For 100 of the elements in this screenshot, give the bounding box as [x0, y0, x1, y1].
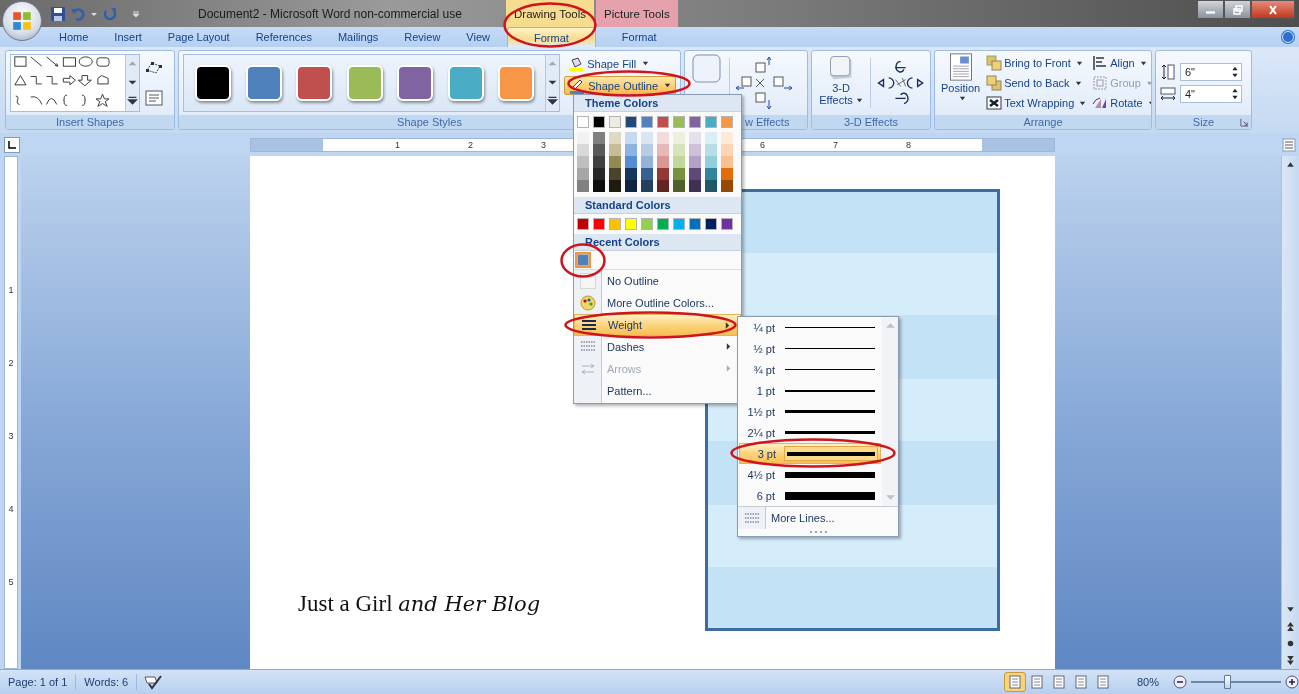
color-swatch[interactable] [577, 156, 589, 168]
color-swatch[interactable] [593, 132, 605, 144]
arrange-command[interactable]: Text Wrapping [986, 93, 1087, 113]
color-swatch[interactable] [609, 156, 621, 168]
color-swatch[interactable] [625, 144, 637, 156]
color-swatch[interactable] [641, 168, 653, 180]
arrange-command[interactable]: Rotate [1092, 93, 1151, 113]
weight-option[interactable]: 4½ pt [739, 464, 881, 485]
color-swatch[interactable] [689, 156, 701, 168]
proofing-icon[interactable] [143, 674, 164, 690]
color-swatch[interactable] [673, 218, 685, 230]
color-swatch[interactable] [689, 144, 701, 156]
dialog-launcher-icon[interactable] [1240, 118, 1249, 127]
color-swatch[interactable] [657, 144, 669, 156]
spin-icon[interactable] [1231, 87, 1239, 101]
scroll-down-icon[interactable] [1285, 604, 1296, 615]
ribbon-tab[interactable]: References [242, 27, 325, 47]
color-swatch[interactable] [577, 132, 589, 144]
color-swatch[interactable] [609, 132, 621, 144]
resize-grip-icon[interactable] [808, 530, 828, 534]
color-swatch[interactable] [577, 180, 589, 192]
browse-object-icon[interactable] [1285, 638, 1296, 649]
weight-option[interactable]: 1 pt [739, 380, 881, 401]
color-swatch[interactable] [593, 116, 605, 128]
style-swatch[interactable] [397, 65, 434, 101]
vertical-ruler[interactable]: 1 2 3 4 5 [4, 156, 18, 669]
color-swatch[interactable] [625, 132, 637, 144]
width-field[interactable]: 4" [1180, 85, 1242, 103]
color-swatch[interactable] [593, 168, 605, 180]
weight-option[interactable]: 3 pt [739, 443, 881, 464]
ribbon-tab[interactable]: Home [46, 27, 102, 47]
menu-item[interactable]: Pattern... [574, 380, 741, 402]
text-box-icon[interactable] [144, 88, 164, 108]
weight-option[interactable]: 6 pt [739, 485, 881, 506]
color-swatch[interactable] [721, 156, 733, 168]
color-swatch[interactable] [721, 132, 733, 144]
tab-selector-icon[interactable] [4, 136, 20, 153]
ribbon-tab[interactable]: Page Layout [154, 27, 243, 47]
color-swatch[interactable] [577, 218, 589, 230]
shape-gallery[interactable] [10, 54, 140, 112]
color-swatch[interactable] [641, 132, 653, 144]
color-swatch[interactable] [721, 168, 733, 180]
color-swatch[interactable] [577, 168, 589, 180]
style-swatch[interactable] [447, 65, 484, 101]
color-swatch[interactable] [577, 144, 589, 156]
zoom-slider-thumb[interactable] [1224, 675, 1231, 689]
color-swatch[interactable] [689, 116, 701, 128]
previous-page-icon[interactable] [1285, 621, 1296, 632]
position-button[interactable]: Position [939, 52, 983, 103]
menu-item[interactable]: More Lines... [738, 506, 898, 529]
color-swatch[interactable] [721, 144, 733, 156]
close-button[interactable] [1251, 0, 1295, 19]
page-count[interactable]: Page: 1 of 1 [0, 674, 77, 690]
color-swatch[interactable] [673, 132, 685, 144]
3d-effects-button[interactable]: 3-D Effects [816, 52, 866, 107]
minimize-button[interactable] [1197, 0, 1224, 19]
menu-item[interactable]: Dashes [574, 336, 741, 358]
weight-option[interactable]: ¾ pt [739, 359, 881, 380]
color-swatch[interactable] [593, 144, 605, 156]
color-swatch[interactable] [593, 180, 605, 192]
weight-option[interactable]: ½ pt [739, 338, 881, 359]
zoom-level[interactable]: 80% [1136, 676, 1159, 688]
arrange-command[interactable]: Bring to Front [986, 53, 1087, 73]
shape-fill-button[interactable]: Shape Fill [564, 54, 676, 73]
color-swatch[interactable] [673, 168, 685, 180]
style-swatch[interactable] [296, 65, 333, 101]
save-icon[interactable] [50, 5, 66, 22]
color-swatch[interactable] [721, 180, 733, 192]
color-swatch[interactable] [705, 218, 717, 230]
color-swatch[interactable] [657, 218, 669, 230]
color-swatch[interactable] [689, 180, 701, 192]
color-swatch[interactable] [625, 218, 637, 230]
arrange-command[interactable]: Send to Back [986, 73, 1087, 93]
color-swatch[interactable] [625, 116, 637, 128]
height-field[interactable]: 6" [1180, 63, 1242, 81]
restore-button[interactable] [1224, 0, 1251, 19]
color-swatch[interactable] [609, 180, 621, 192]
zoom-in-icon[interactable] [1285, 675, 1299, 689]
color-swatch[interactable] [625, 180, 637, 192]
ribbon-tab[interactable]: View [453, 27, 503, 47]
menu-item[interactable]: More Outline Colors... [574, 292, 741, 314]
zoom-out-icon[interactable] [1173, 675, 1187, 689]
color-swatch[interactable] [641, 180, 653, 192]
color-swatch[interactable] [657, 156, 669, 168]
color-swatch[interactable] [705, 132, 717, 144]
ribbon-tab[interactable]: Insert [101, 27, 155, 47]
color-swatch[interactable] [641, 116, 653, 128]
style-gallery[interactable] [183, 54, 561, 112]
style-swatch[interactable] [195, 65, 232, 101]
color-swatch[interactable] [689, 218, 701, 230]
color-swatch[interactable] [593, 156, 605, 168]
scroll-up-icon[interactable] [1285, 159, 1296, 170]
color-swatch[interactable] [673, 180, 685, 192]
style-swatch[interactable] [346, 65, 383, 101]
color-swatch[interactable] [689, 132, 701, 144]
color-swatch[interactable] [609, 144, 621, 156]
color-swatch[interactable] [721, 218, 733, 230]
ribbon-tab[interactable]: Format [595, 27, 683, 47]
color-swatch[interactable] [705, 168, 717, 180]
weight-option[interactable]: 1½ pt [739, 401, 881, 422]
